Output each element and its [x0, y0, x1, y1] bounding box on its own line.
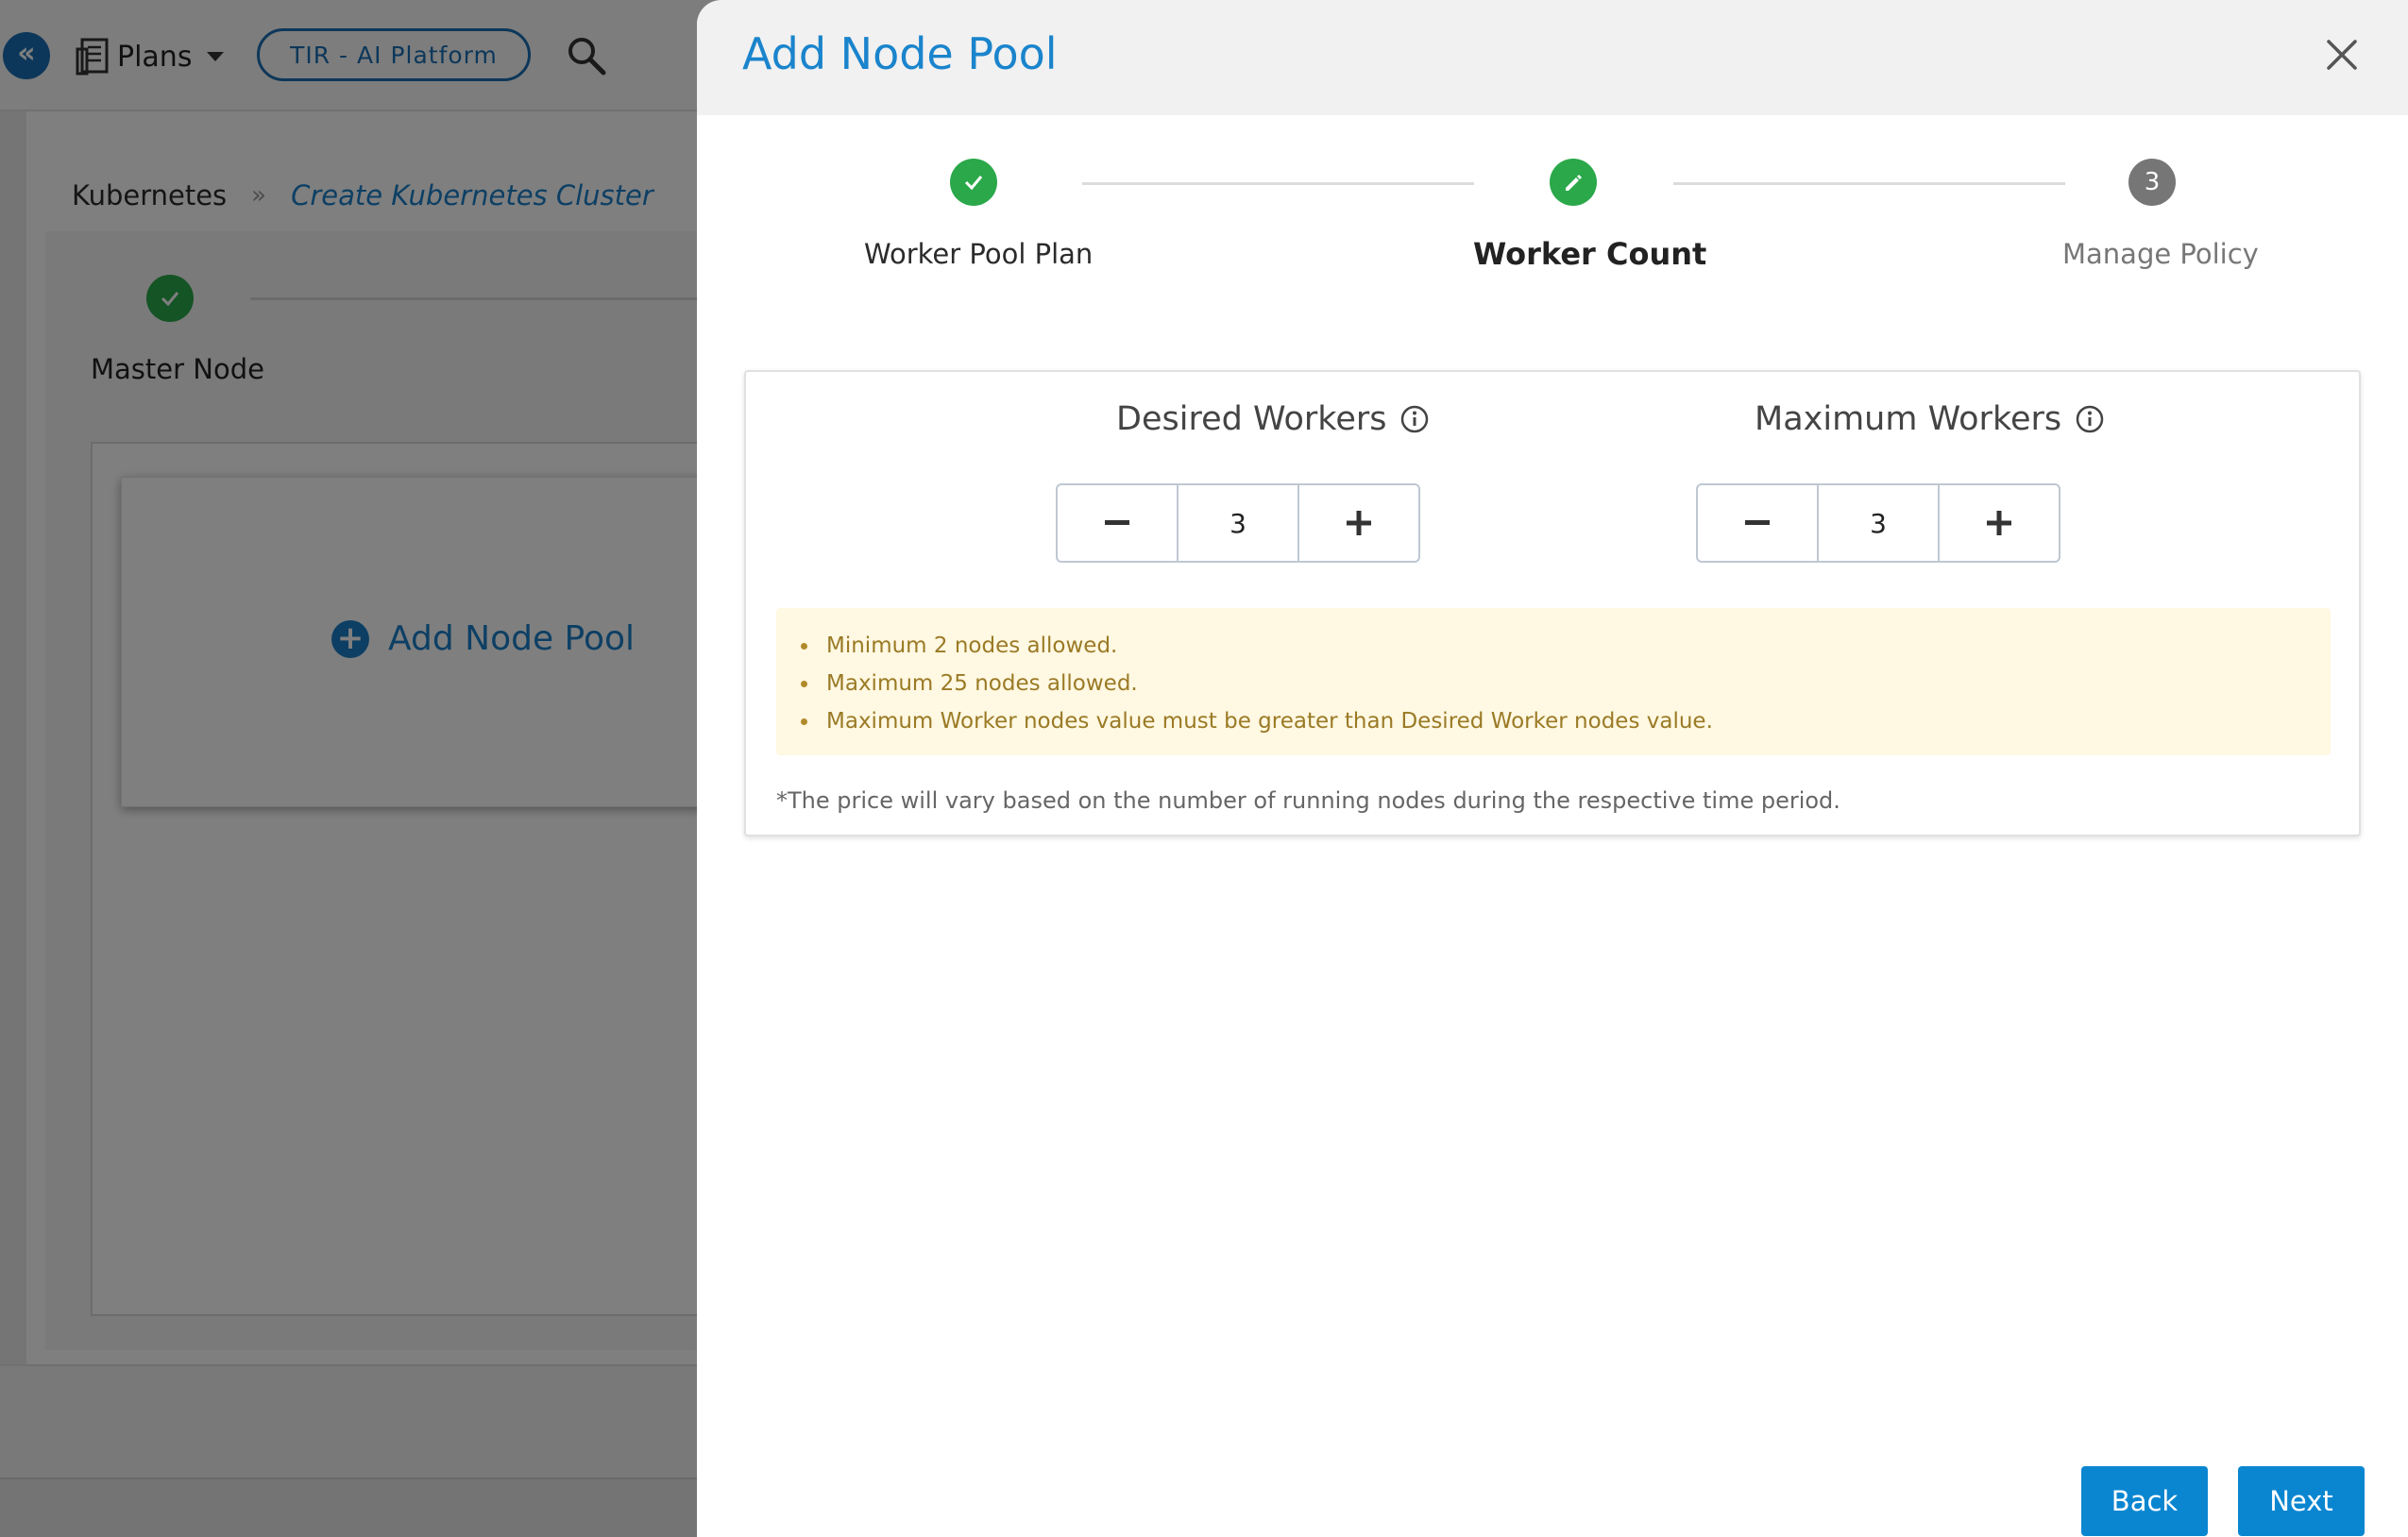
stepper-connector — [1673, 182, 2065, 185]
maximum-workers-label: Maximum Workers — [1755, 400, 2062, 438]
desired-workers-value[interactable]: 3 — [1177, 485, 1299, 561]
back-button[interactable]: Back — [2081, 1466, 2208, 1536]
maximum-increment-button[interactable] — [1940, 485, 2059, 561]
minus-icon — [1745, 520, 1770, 525]
validation-notes: Minimum 2 nodes allowed. Maximum 25 node… — [776, 608, 2331, 755]
add-node-pool-drawer: Add Node Pool 3 Worker Pool Plan Worker … — [697, 0, 2408, 1537]
close-icon[interactable] — [2321, 34, 2363, 76]
info-icon[interactable] — [1399, 404, 1430, 434]
plus-icon — [1347, 511, 1371, 535]
desired-workers-stepper: 3 — [1056, 483, 1420, 563]
maximum-workers-value[interactable]: 3 — [1817, 485, 1940, 561]
drawer-header: Add Node Pool — [697, 0, 2408, 115]
note-item: Maximum 25 nodes allowed. — [801, 665, 2331, 702]
info-icon[interactable] — [2075, 404, 2105, 434]
drawer-title: Add Node Pool — [742, 28, 1058, 79]
desired-workers-label: Desired Workers — [1116, 400, 1387, 438]
desired-decrement-button[interactable] — [1058, 485, 1177, 561]
price-disclaimer: *The price will vary based on the number… — [776, 787, 1840, 814]
note-text: Minimum 2 nodes allowed. — [826, 633, 1118, 658]
note-text: Maximum Worker nodes value must be great… — [826, 709, 1713, 734]
note-item: Maximum Worker nodes value must be great… — [801, 702, 2331, 740]
step-number-badge: 3 — [2128, 159, 2176, 206]
note-item: Minimum 2 nodes allowed. — [801, 627, 2331, 665]
minus-icon — [1105, 520, 1129, 525]
wizard-stepper: 3 Worker Pool Plan Worker Count Manage P… — [697, 115, 2408, 304]
maximum-workers-stepper: 3 — [1696, 483, 2060, 563]
next-button[interactable]: Next — [2238, 1466, 2365, 1536]
desired-increment-button[interactable] — [1299, 485, 1418, 561]
bullet-icon — [801, 718, 807, 725]
maximum-workers-heading: Maximum Workers — [1755, 400, 2105, 438]
note-text: Maximum 25 nodes allowed. — [826, 671, 1138, 696]
desired-workers-heading: Desired Workers — [1116, 400, 1430, 438]
step-worker-count[interactable]: Worker Count — [1473, 236, 1706, 272]
bullet-icon — [801, 642, 807, 650]
step-done-check-icon — [950, 159, 997, 206]
step-worker-pool-plan[interactable]: Worker Pool Plan — [864, 238, 1093, 270]
maximum-decrement-button[interactable] — [1698, 485, 1817, 561]
step-manage-policy[interactable]: Manage Policy — [2062, 238, 2259, 270]
worker-count-card: Desired Workers 3 Maximum Workers 3 Mini… — [744, 370, 2361, 836]
bullet-icon — [801, 680, 807, 687]
pencil-icon — [1550, 159, 1597, 206]
plus-icon — [1987, 511, 2011, 535]
stepper-connector — [1082, 182, 1474, 185]
